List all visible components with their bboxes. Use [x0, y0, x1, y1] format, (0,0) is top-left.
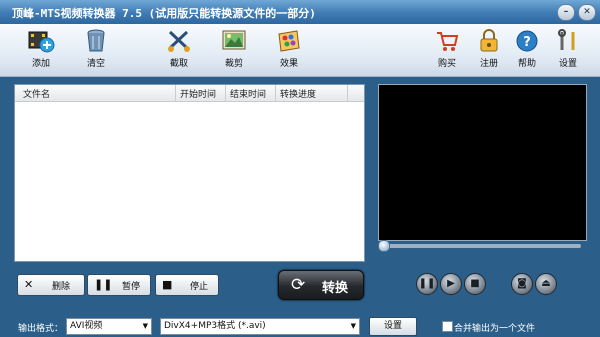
camera-icon: ◙ [517, 278, 527, 289]
player-play-button[interactable]: ▶ [440, 273, 462, 295]
window-title: 顶峰-MTS视频转换器 7.5 (试用版只能转换源文件的一部分) [12, 7, 316, 20]
video-preview [378, 84, 587, 241]
player-stop-button[interactable]: ■ [464, 273, 486, 295]
trash-icon [87, 29, 105, 52]
seek-slider-handle[interactable] [378, 240, 390, 252]
delete-button[interactable]: ✕ 删除 [17, 274, 85, 296]
effect-palette-icon [278, 30, 300, 52]
delete-x-icon: ✕ [24, 278, 34, 291]
buy-button[interactable]: 购买 [424, 28, 470, 69]
column-divider [175, 85, 176, 101]
merge-checkbox[interactable] [442, 321, 453, 332]
buy-label: 购买 [437, 59, 456, 69]
clear-button[interactable]: 清空 [73, 28, 119, 69]
settings-label: 设置 [558, 59, 577, 69]
snapshot-button[interactable]: ◙ [511, 273, 533, 295]
pause-icon: ❚❚ [94, 278, 113, 291]
format-category-select[interactable]: AVI视频 ▼ [66, 318, 152, 335]
chevron-down-icon: ▼ [350, 322, 356, 330]
crop-image-icon [222, 30, 246, 50]
chevron-down-icon: ▼ [142, 322, 148, 330]
help-icon: ? [516, 30, 538, 52]
column-divider [347, 85, 348, 101]
pause-icon: ❚❚ [418, 278, 436, 289]
seek-track[interactable] [378, 244, 581, 248]
pause-label: 暂停 [122, 282, 141, 292]
column-filename[interactable]: 文件名 [23, 87, 50, 100]
app-window: 顶峰-MTS视频转换器 7.5 (试用版只能转换源文件的一部分) – ✕ 添加 … [0, 0, 600, 337]
column-divider [225, 85, 226, 101]
file-list[interactable]: 文件名 开始时间 结束时间 转换进度 [14, 84, 365, 262]
convert-button[interactable]: ⟳ 转换 [278, 270, 364, 300]
delete-label: 删除 [52, 282, 71, 292]
output-bar: 输出格式： AVI视频 ▼ DivX4+MP3格式 (*.avi) ▼ 设置 合… [0, 316, 600, 337]
stop-button[interactable]: ■ 停止 [155, 274, 219, 296]
lock-icon [480, 29, 498, 52]
file-list-header: 文件名 开始时间 结束时间 转换进度 [15, 85, 364, 102]
column-end-time[interactable]: 结束时间 [230, 87, 266, 100]
shopping-cart-icon [437, 32, 459, 51]
stop-icon: ■ [470, 278, 480, 289]
svg-text:?: ? [523, 35, 531, 50]
stop-label: 停止 [190, 282, 209, 292]
clear-label: 清空 [86, 59, 105, 69]
minimize-button[interactable]: – [557, 4, 575, 21]
play-icon: ▶ [447, 278, 455, 289]
effect-button[interactable]: 效果 [266, 28, 312, 69]
output-settings-button[interactable]: 设置 [369, 317, 417, 336]
column-start-time[interactable]: 开始时间 [180, 87, 216, 100]
add-file-icon [28, 31, 55, 53]
format-category-value: AVI视频 [70, 321, 103, 331]
output-format-label: 输出格式： [18, 324, 64, 334]
toolbar: 添加 清空 截取 裁剪 效果 购买 注册 ? 帮助 设置 [0, 24, 600, 77]
convert-label: 转换 [322, 281, 349, 296]
cut-button[interactable]: 截取 [156, 28, 202, 69]
crop-label: 裁剪 [224, 59, 243, 69]
stop-icon: ■ [162, 278, 173, 291]
add-label: 添加 [31, 59, 50, 69]
scissors-icon [168, 30, 190, 52]
folder-icon: ⏏ [541, 278, 551, 289]
format-detail-value: DivX4+MP3格式 (*.avi) [164, 321, 266, 331]
pause-button[interactable]: ❚❚ 暂停 [87, 274, 151, 296]
column-divider [275, 85, 276, 101]
help-button[interactable]: ? 帮助 [504, 28, 550, 69]
title-bar: 顶峰-MTS视频转换器 7.5 (试用版只能转换源文件的一部分) – ✕ [0, 0, 600, 24]
open-folder-button[interactable]: ⏏ [535, 273, 557, 295]
effect-label: 效果 [279, 59, 298, 69]
settings-button[interactable]: 设置 [545, 28, 591, 69]
format-detail-select[interactable]: DivX4+MP3格式 (*.avi) ▼ [160, 318, 360, 335]
add-button[interactable]: 添加 [18, 28, 64, 69]
close-button[interactable]: ✕ [578, 4, 596, 21]
help-label: 帮助 [517, 59, 536, 69]
column-progress[interactable]: 转换进度 [280, 87, 316, 100]
player-pause-button[interactable]: ❚❚ [416, 273, 438, 295]
crop-button[interactable]: 裁剪 [211, 28, 257, 69]
cut-label: 截取 [169, 59, 188, 69]
wrench-icon [558, 29, 575, 50]
merge-label: 合并输出为一个文件 [454, 324, 536, 334]
convert-refresh-icon: ⟳ [291, 275, 306, 295]
